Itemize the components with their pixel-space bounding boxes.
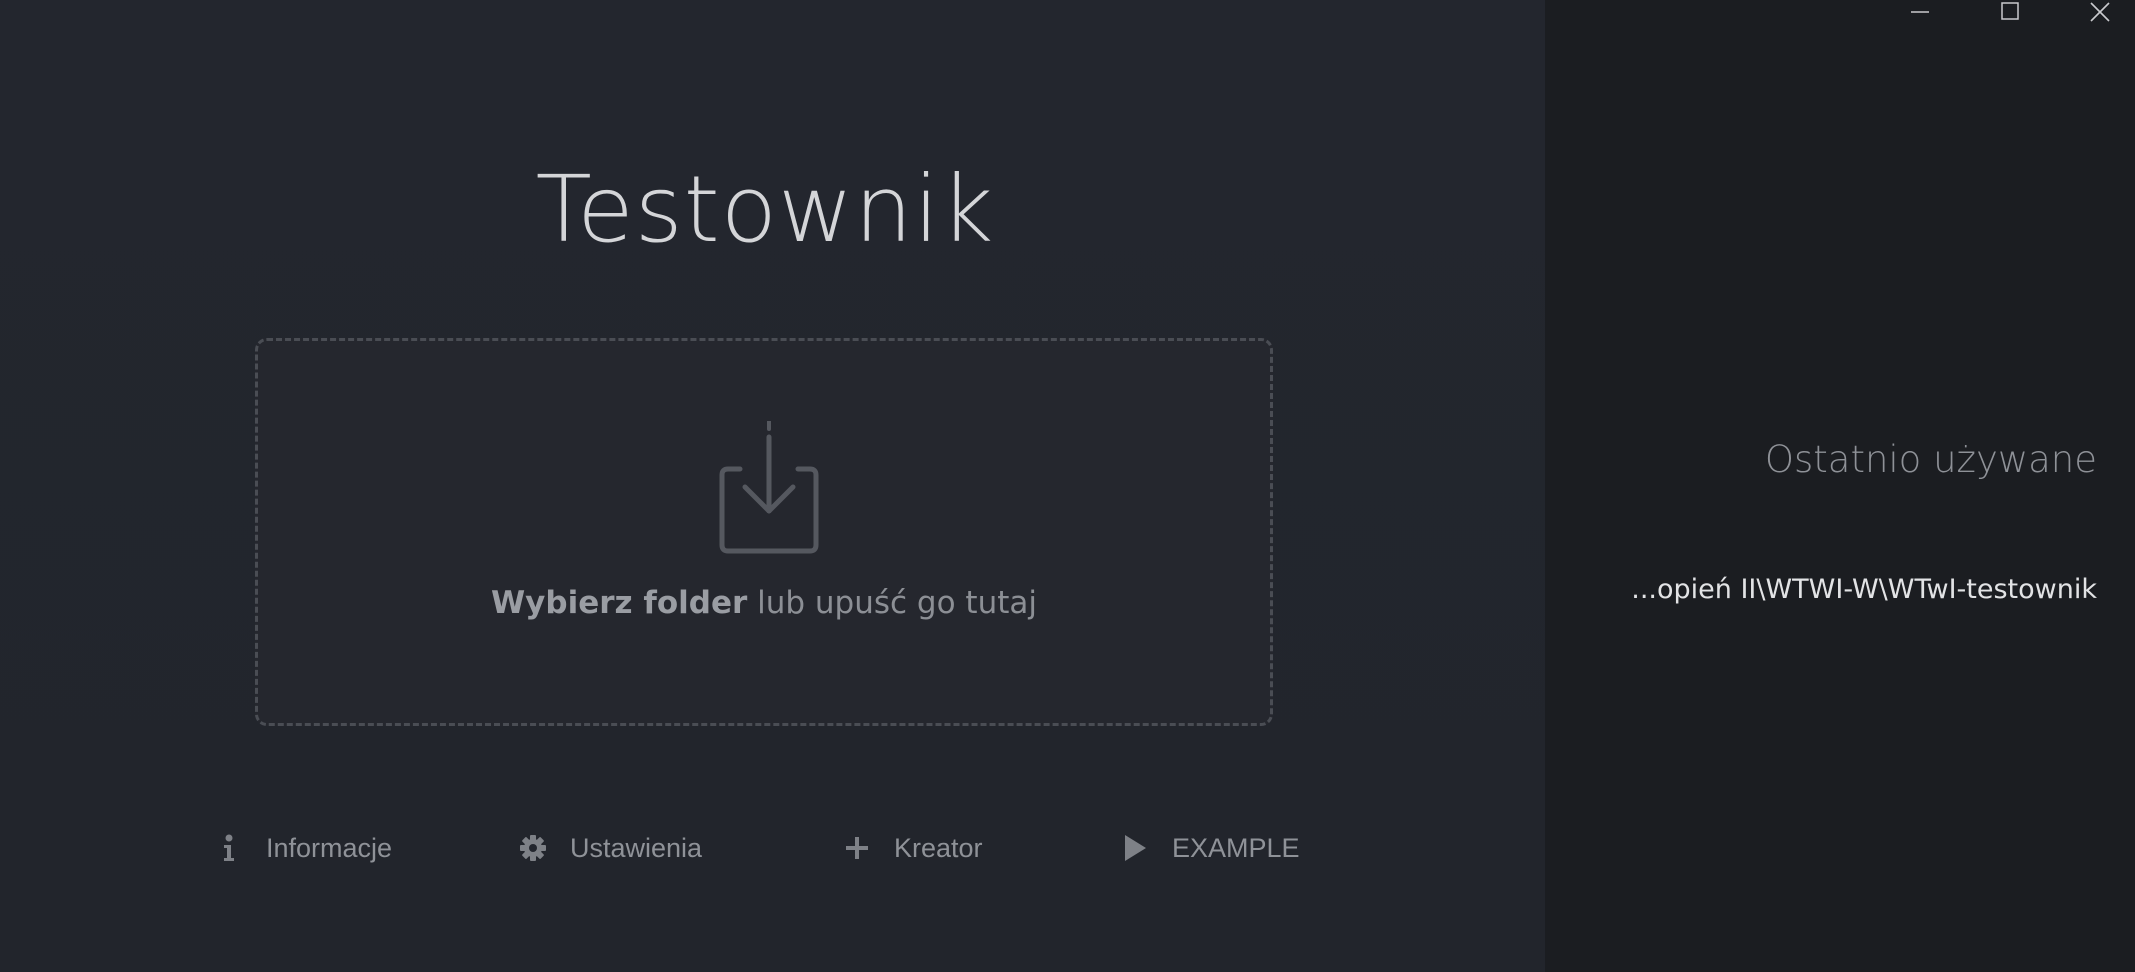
minimize-icon [1911,11,1929,13]
maximize-button[interactable] [1987,0,2033,24]
minimize-button[interactable] [1897,0,1943,24]
creator-button[interactable]: Kreator [842,820,983,876]
settings-button[interactable]: Ustawienia [518,820,702,876]
close-icon [2090,2,2110,22]
settings-label: Ustawienia [570,832,703,863]
dropzone-text: Wybierz folder lub upuść go tutaj [258,585,1270,621]
app-title: Testownik [535,156,995,263]
maximize-icon [2001,2,2019,20]
recent-title: Ostatnio używane [1764,438,2097,481]
play-icon [1120,833,1150,863]
gear-icon [518,833,548,863]
drop-hint: lub upuść go tutaj [747,585,1037,621]
info-label: Informacje [266,832,393,863]
example-label: EXAMPLE [1172,832,1300,863]
action-bar: Informacje Ustawienia Kreator EXAMPLE [0,820,1545,876]
plus-icon [842,833,872,863]
main-panel: Testownik Wybierz folder lub upuść go tu… [0,0,1545,972]
example-button[interactable]: EXAMPLE [1120,820,1300,876]
recent-item[interactable]: ...opień II\WTWI-W\WTwI-testownik [1631,574,2097,605]
creator-label: Kreator [894,832,983,863]
info-button[interactable]: Informacje [214,820,392,876]
folder-dropzone[interactable]: Wybierz folder lub upuść go tutaj [255,338,1273,726]
close-button[interactable] [2077,0,2123,24]
choose-folder-link[interactable]: Wybierz folder [491,585,747,621]
app-window: Testownik Wybierz folder lub upuść go tu… [0,0,2135,972]
recent-panel: Ostatnio używane ...opień II\WTWI-W\WTwI… [1545,0,2135,972]
info-icon [214,833,244,863]
download-tray-icon [719,421,819,554]
